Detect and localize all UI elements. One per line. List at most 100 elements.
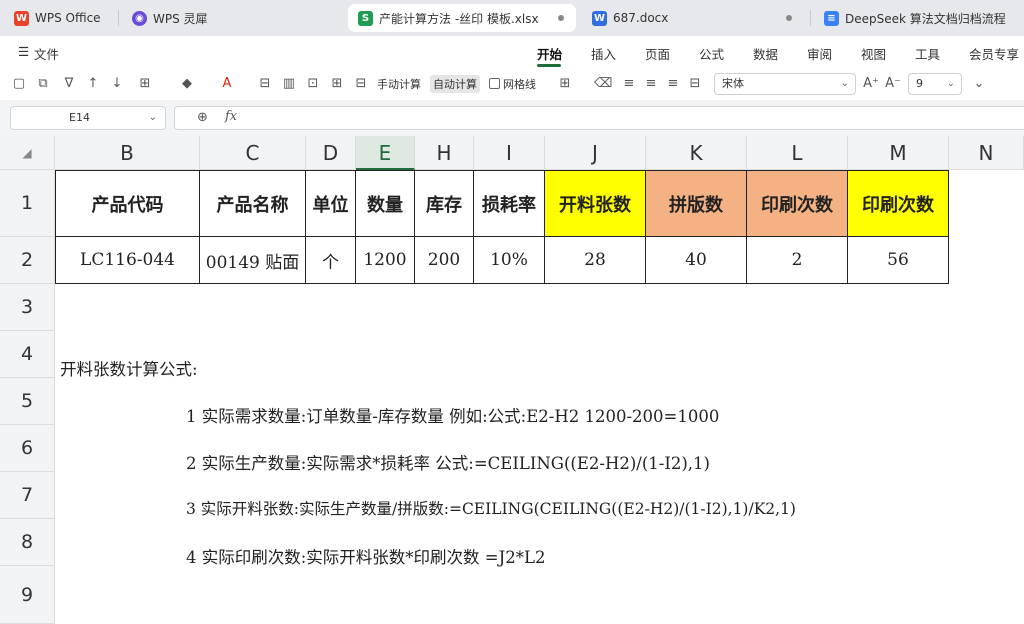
cell-j2[interactable]: 28	[545, 237, 646, 284]
zoom-icon[interactable]: ⊕	[197, 110, 208, 125]
row-header-8[interactable]: 8	[0, 519, 55, 566]
unsaved-dot-icon[interactable]	[558, 15, 564, 21]
row-header-1[interactable]: 1	[0, 170, 55, 237]
name-box[interactable]: E14 ⌄	[10, 106, 166, 130]
row-header-6[interactable]: 6	[0, 425, 55, 472]
header-imposition[interactable]: 拼版数	[646, 170, 747, 237]
col-header-d[interactable]: D	[306, 136, 356, 170]
row-header-3[interactable]: 3	[0, 284, 55, 331]
cell-c2[interactable]: 00149 贴面	[200, 237, 306, 284]
col-header-n[interactable]: N	[949, 136, 1024, 170]
select-all-corner[interactable]: ◢	[0, 136, 55, 170]
cell-h2[interactable]: 200	[415, 237, 474, 284]
header-product-code[interactable]: 产品代码	[55, 170, 200, 237]
note-line-2[interactable]: 2 实际生产数量:实际需求*损耗率 公式:=CEILING((E2-H2)/(1…	[186, 450, 710, 474]
border-icon[interactable]: ⊞	[136, 75, 154, 93]
menu-data[interactable]: 数据	[753, 44, 778, 63]
col-header-k[interactable]: K	[646, 136, 747, 170]
font-color-icon[interactable]: A	[218, 75, 236, 93]
col-header-m[interactable]: M	[848, 136, 949, 170]
col-header-l[interactable]: L	[747, 136, 848, 170]
menu-formula[interactable]: 公式	[699, 44, 724, 63]
header-print-times[interactable]: 印刷次数	[747, 170, 848, 237]
align-center-icon[interactable]: ≡	[642, 75, 660, 93]
font-increase-icon[interactable]: A⁺	[862, 75, 880, 93]
col-header-c[interactable]: C	[200, 136, 306, 170]
align-left-icon[interactable]: ≡	[620, 75, 638, 93]
header-unit[interactable]: 单位	[306, 170, 356, 237]
table-style-icon[interactable]: ⊞	[556, 75, 574, 93]
fx-icon[interactable]: fx	[225, 109, 237, 124]
col-header-h[interactable]: H	[415, 136, 474, 170]
menu-review[interactable]: 审阅	[807, 44, 832, 63]
freeze-icon[interactable]: ⊞	[328, 75, 346, 93]
row-header-4[interactable]: 4	[0, 331, 55, 378]
more-chevron-icon[interactable]: ⌄	[970, 75, 988, 93]
format-icon[interactable]: ⊟	[256, 75, 274, 93]
header-cut-sheets[interactable]: 开料张数	[545, 170, 646, 237]
paste-icon[interactable]: ▢	[10, 75, 28, 93]
col-header-i[interactable]: I	[474, 136, 545, 170]
formula-bar: E14 ⌄ ⊕ fx	[0, 100, 1024, 136]
note-line-4[interactable]: 4 实际印刷次数:实际开料张数*印刷次数 =J2*L2	[186, 544, 545, 568]
tab-wps-lingxi[interactable]: ◉ WPS 灵犀	[122, 4, 342, 32]
header-print-times-total[interactable]: 印刷次数	[848, 170, 949, 237]
font-decrease-icon[interactable]: A⁻	[884, 75, 902, 93]
formula-input[interactable]: ⊕ fx	[174, 106, 1024, 130]
header-quantity[interactable]: 数量	[356, 170, 415, 237]
spreadsheet-grid[interactable]: ◢ B C D E H I J K L M N 1 2 3 4 5 6 7 8 …	[0, 136, 1024, 624]
auto-calc-button[interactable]: 自动计算	[430, 75, 480, 93]
header-product-name[interactable]: 产品名称	[200, 170, 306, 237]
tab-wps-office[interactable]: W WPS Office	[4, 4, 112, 32]
menu-file[interactable]: 文件	[34, 44, 59, 63]
row-header-7[interactable]: 7	[0, 472, 55, 519]
row-header-5[interactable]: 5	[0, 378, 55, 425]
tab-label: 687.docx	[613, 11, 669, 25]
cell-l2[interactable]: 2	[747, 237, 848, 284]
sort-asc-icon[interactable]: ↑	[84, 75, 102, 93]
column-icon[interactable]: ▥	[280, 75, 298, 93]
menu-view[interactable]: 视图	[861, 44, 886, 63]
align-right-icon[interactable]: ≡	[664, 75, 682, 93]
format-painter-icon[interactable]: ⧉	[34, 75, 52, 93]
menu-member[interactable]: 会员专享	[969, 44, 1019, 63]
row-header-2[interactable]: 2	[0, 237, 55, 284]
note-line-1[interactable]: 1 实际需求数量:订单数量-库存数量 例如:公式:E2-H2 1200-200=…	[186, 403, 719, 427]
hamburger-icon[interactable]: ☰	[18, 44, 29, 59]
cell-i2[interactable]: 10%	[474, 237, 545, 284]
fill-icon[interactable]: ⊡	[304, 75, 322, 93]
header-loss-rate[interactable]: 损耗率	[474, 170, 545, 237]
row-header-9[interactable]: 9	[0, 566, 55, 624]
font-family-select[interactable]: 宋体 ⌄	[714, 73, 856, 95]
tab-xlsx-active[interactable]: S 产能计算方法 -丝印 模板.xlsx	[348, 4, 576, 32]
cell-e2[interactable]: 1200	[356, 237, 415, 284]
chevron-down-icon: ⌄	[840, 78, 849, 89]
col-header-j[interactable]: J	[545, 136, 646, 170]
manual-calc-button[interactable]: 手动计算	[377, 76, 421, 92]
note-title[interactable]: 开料张数计算公式:	[60, 356, 198, 380]
tab-docx[interactable]: W 687.docx	[582, 4, 804, 32]
filter-icon[interactable]: ∇	[60, 75, 78, 93]
gridlines-toggle[interactable]: 网格线	[489, 76, 536, 92]
col-header-b[interactable]: B	[55, 136, 200, 170]
header-stock[interactable]: 库存	[415, 170, 474, 237]
cell-k2[interactable]: 40	[646, 237, 747, 284]
cell-d2[interactable]: 个	[306, 237, 356, 284]
clear-icon[interactable]: ⌫	[594, 75, 612, 93]
menu-home[interactable]: 开始	[537, 44, 562, 63]
wrap-text-icon[interactable]: ⊟	[686, 75, 704, 93]
note-line-3[interactable]: 3 实际开料张数:实际生产数量/拼版数:=CEILING(CEILING((E2…	[186, 497, 796, 519]
col-header-e[interactable]: E	[356, 136, 415, 170]
cell-m2[interactable]: 56	[848, 237, 949, 284]
menu-page[interactable]: 页面	[645, 44, 670, 63]
fill-color-icon[interactable]: ◆	[178, 75, 196, 93]
tab-deepseek[interactable]: ≡ DeepSeek 算法文档归档流程	[814, 4, 1024, 32]
menu-insert[interactable]: 插入	[591, 44, 616, 63]
menu-tools[interactable]: 工具	[915, 44, 940, 63]
cell-b2[interactable]: LC116-044	[55, 237, 200, 284]
unsaved-dot-icon[interactable]	[786, 15, 792, 21]
sheet-icon[interactable]: ⊟	[352, 75, 370, 93]
sort-desc-icon[interactable]: ↓	[108, 75, 126, 93]
doc-icon: ≡	[824, 10, 839, 26]
font-size-select[interactable]: 9 ⌄	[908, 73, 962, 95]
